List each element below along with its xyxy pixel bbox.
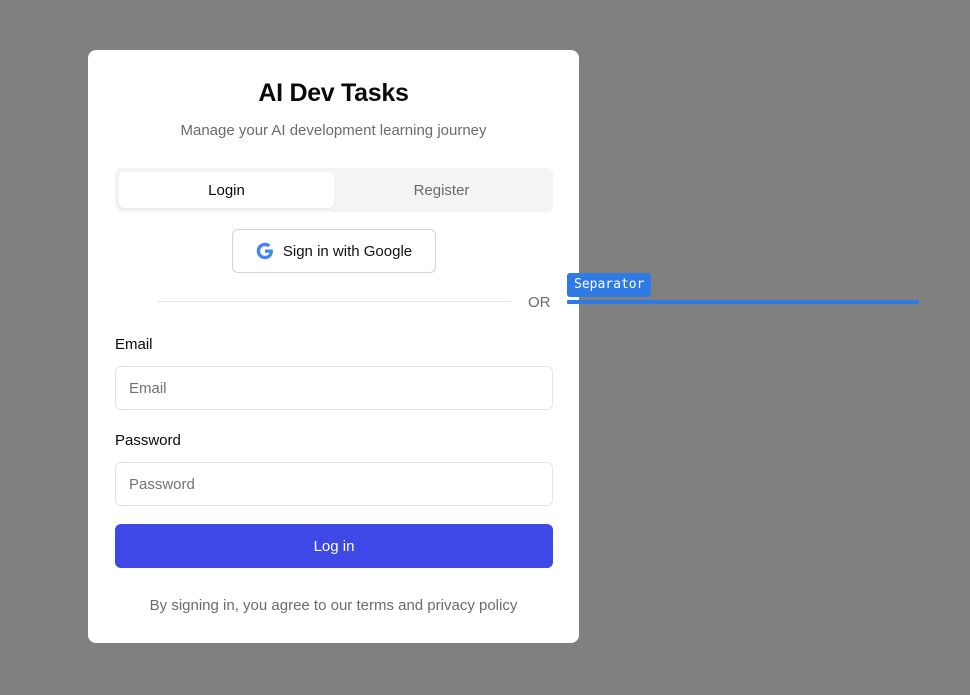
- separator-annotation-line: [567, 300, 919, 304]
- google-icon: [256, 242, 273, 260]
- email-field[interactable]: [115, 366, 553, 410]
- terms-notice: By signing in, you agree to our terms an…: [149, 597, 518, 614]
- tab-login[interactable]: Login: [119, 172, 334, 208]
- separator-annotation-label: Separator: [567, 273, 652, 297]
- app-title: AI Dev Tasks: [258, 79, 409, 107]
- auth-tabs: Login Register: [115, 168, 553, 212]
- app-subtitle: Manage your AI development learning jour…: [180, 122, 487, 139]
- password-field[interactable]: [115, 462, 553, 506]
- google-signin-button[interactable]: Sign in with Google: [232, 229, 436, 273]
- page: AI Dev Tasks Manage your AI development …: [0, 0, 970, 695]
- separator-text: OR: [528, 294, 551, 311]
- separator-line: [158, 301, 511, 302]
- email-label: Email: [115, 336, 153, 353]
- login-button[interactable]: Log in: [115, 524, 553, 568]
- password-label: Password: [115, 432, 181, 449]
- tab-register[interactable]: Register: [334, 172, 549, 208]
- google-signin-label: Sign in with Google: [282, 242, 413, 260]
